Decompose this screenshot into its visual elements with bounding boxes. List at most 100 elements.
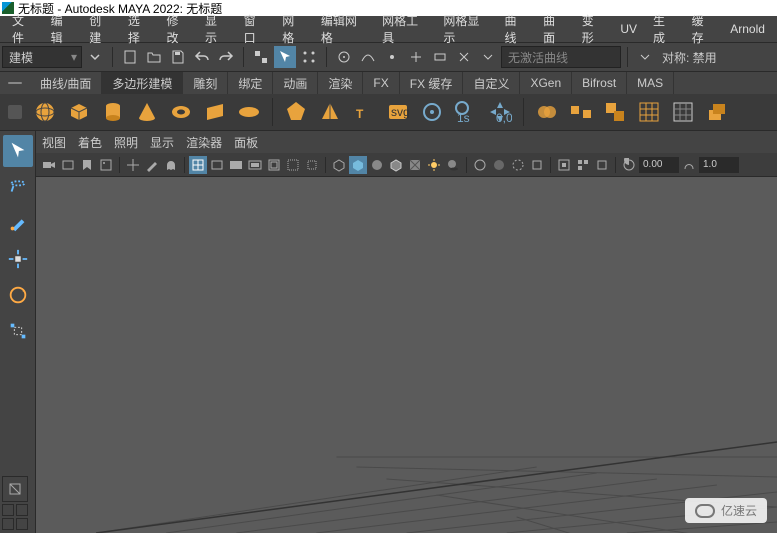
menu-modify[interactable]: 修改 <box>158 8 197 50</box>
poly-disc-icon[interactable] <box>234 97 264 127</box>
snap-plane-icon[interactable] <box>429 46 451 68</box>
use-all-lights-icon[interactable] <box>425 156 443 174</box>
menu-edit-mesh[interactable]: 编辑网格 <box>313 8 374 50</box>
menu-uv[interactable]: UV <box>612 18 645 40</box>
gate-mask-icon[interactable] <box>246 156 264 174</box>
poly-pyramid-icon[interactable] <box>315 97 345 127</box>
camera-lock-icon[interactable] <box>59 156 77 174</box>
separate-icon[interactable] <box>566 97 596 127</box>
menu-window[interactable]: 窗口 <box>236 8 275 50</box>
panel-menu-view[interactable]: 视图 <box>42 134 66 151</box>
save-scene-icon[interactable] <box>167 46 189 68</box>
menu-arnold[interactable]: Arnold <box>722 18 773 40</box>
exposure-icon[interactable] <box>620 156 638 174</box>
menu-select[interactable]: 选择 <box>120 8 159 50</box>
panel-menu-renderer[interactable]: 渲染器 <box>186 134 222 151</box>
select-tool[interactable] <box>3 135 33 167</box>
rotate-tool[interactable] <box>3 279 33 311</box>
poly-torus-icon[interactable] <box>166 97 196 127</box>
shelf-tab-curves[interactable]: 曲线/曲面 <box>30 72 102 94</box>
smooth-shade-icon[interactable] <box>349 156 367 174</box>
camera-bookmark-icon[interactable] <box>78 156 96 174</box>
isolate-select-icon[interactable] <box>471 156 489 174</box>
grease-pencil-icon[interactable] <box>143 156 161 174</box>
menu-display[interactable]: 显示 <box>197 8 236 50</box>
chevron-down-icon[interactable] <box>477 46 499 68</box>
symmetry-label[interactable]: 对称: 禁用 <box>658 49 717 66</box>
move-tool[interactable] <box>3 243 33 275</box>
shelf-editor-icon[interactable] <box>0 94 30 130</box>
shelf-tab-custom[interactable]: 自定义 <box>463 72 520 94</box>
reduce-icon[interactable] <box>668 97 698 127</box>
chevron-down-icon[interactable] <box>84 46 106 68</box>
open-scene-icon[interactable] <box>143 46 165 68</box>
resolution-gate-icon[interactable] <box>227 156 245 174</box>
select-by-object-icon[interactable] <box>274 46 296 68</box>
wire-on-shaded-icon[interactable] <box>387 156 405 174</box>
smooth-icon[interactable] <box>634 97 664 127</box>
combine-icon[interactable] <box>532 97 562 127</box>
menu-generate[interactable]: 生成 <box>645 8 684 50</box>
poly-cylinder-icon[interactable] <box>98 97 128 127</box>
extrude-icon[interactable] <box>702 97 732 127</box>
menu-mesh[interactable]: 网格 <box>274 8 313 50</box>
snap-projected-icon[interactable] <box>405 46 427 68</box>
ghost-icon[interactable] <box>162 156 180 174</box>
poly-cone-icon[interactable] <box>132 97 162 127</box>
2d-pan-icon[interactable] <box>124 156 142 174</box>
panel-menu-panels[interactable]: 面板 <box>234 134 258 151</box>
poly-sphere-icon[interactable] <box>30 97 60 127</box>
scale-tool[interactable] <box>3 315 33 347</box>
film-gate-icon[interactable] <box>208 156 226 174</box>
field-chart-icon[interactable] <box>265 156 283 174</box>
layout-four-icon[interactable] <box>16 504 28 516</box>
select-by-hierarchy-icon[interactable] <box>250 46 272 68</box>
image-plane-icon[interactable] <box>97 156 115 174</box>
shelf-tab-animation[interactable]: 动画 <box>273 72 318 94</box>
exposure-value[interactable]: 0.00 <box>639 157 679 173</box>
wireframe-icon[interactable] <box>330 156 348 174</box>
poly-cube-icon[interactable] <box>64 97 94 127</box>
paint-select-tool[interactable] <box>3 207 33 239</box>
component-id-icon[interactable] <box>555 156 573 174</box>
shelf-tab-poly[interactable]: 多边形建模 <box>102 72 183 94</box>
shelf-tab-bifrost[interactable]: Bifrost <box>572 72 627 94</box>
snap-grid-icon[interactable] <box>333 46 355 68</box>
shelf-options-icon[interactable] <box>0 72 30 94</box>
menu-create[interactable]: 创建 <box>81 8 120 50</box>
viewcube-icon[interactable] <box>593 156 611 174</box>
menu-deform[interactable]: 变形 <box>574 8 613 50</box>
platonic-solid-icon[interactable] <box>281 97 311 127</box>
chevron-down-icon[interactable] <box>634 46 656 68</box>
poly-plane-icon[interactable] <box>200 97 230 127</box>
super-shapes-icon[interactable] <box>417 97 447 127</box>
undo-icon[interactable] <box>191 46 213 68</box>
menu-cache[interactable]: 缓存 <box>684 8 723 50</box>
new-scene-icon[interactable] <box>119 46 141 68</box>
snap-live-icon[interactable] <box>453 46 475 68</box>
svg-import-icon[interactable]: svg <box>383 97 413 127</box>
snap-to-origin-icon[interactable]: 0,0 <box>485 97 515 127</box>
layout-two-v-icon[interactable] <box>16 518 28 530</box>
panel-menu-show[interactable]: 显示 <box>150 134 174 151</box>
textured-icon[interactable] <box>406 156 424 174</box>
menu-surfaces[interactable]: 曲面 <box>535 8 574 50</box>
menu-edit[interactable]: 编辑 <box>43 8 82 50</box>
select-by-component-icon[interactable] <box>298 46 320 68</box>
shelf-tab-mash[interactable]: MAS <box>627 72 674 94</box>
viewport[interactable]: 亿速云 <box>36 177 777 533</box>
shelf-tab-sculpt[interactable]: 雕刻 <box>183 72 228 94</box>
shelf-tab-rendering[interactable]: 渲染 <box>318 72 363 94</box>
menu-mesh-tools[interactable]: 网格工具 <box>374 8 435 50</box>
snap-curve-icon[interactable] <box>357 46 379 68</box>
xray-joints-icon[interactable] <box>509 156 527 174</box>
safe-action-icon[interactable] <box>284 156 302 174</box>
sel-highlight-icon[interactable] <box>528 156 546 174</box>
last-tool-icon[interactable] <box>2 476 28 502</box>
grid-toggle-icon[interactable] <box>189 156 207 174</box>
menu-curves[interactable]: 曲线 <box>497 8 536 50</box>
layout-two-h-icon[interactable] <box>2 518 14 530</box>
use-default-material-icon[interactable] <box>368 156 386 174</box>
redo-icon[interactable] <box>215 46 237 68</box>
menu-file[interactable]: 文件 <box>4 8 43 50</box>
